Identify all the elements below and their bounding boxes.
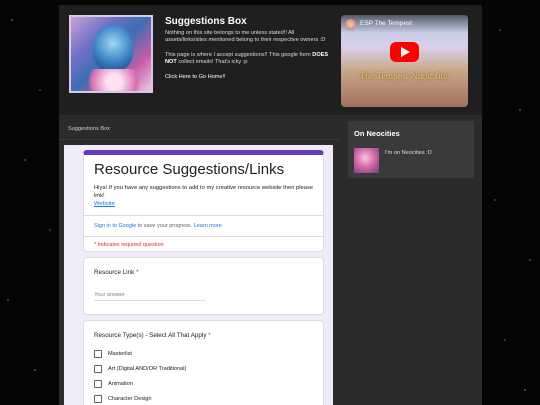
website-link[interactable]: Website xyxy=(94,201,115,207)
google-form-embed[interactable]: Resource Suggestions/Links Hiya! If you … xyxy=(64,145,333,405)
question-card-resource-type: Resource Type(s) - Select All That Apply… xyxy=(83,320,324,405)
divider xyxy=(84,215,323,216)
signin-link[interactable]: Sign in to Google xyxy=(94,223,136,229)
checkbox-icon[interactable] xyxy=(94,365,102,373)
question-label: Resource Type(s) - Select All That Apply… xyxy=(94,332,211,339)
checkbox-icon[interactable] xyxy=(94,395,102,403)
video-thumbnail-caption: The Tempest Night fine xyxy=(359,72,450,82)
question-card-resource-link: Resource Link * Your answer xyxy=(83,257,324,315)
checkbox-option[interactable]: Masterlist xyxy=(94,350,132,358)
youtube-play-icon[interactable] xyxy=(390,42,419,62)
divider xyxy=(84,236,323,237)
checkbox-option[interactable]: Character Design xyxy=(94,395,152,403)
ownership-notice: Nothing on this site belongs to me unles… xyxy=(165,30,326,44)
purpose-text: This page is where I accept suggestions!… xyxy=(165,51,329,66)
sidebar-neocities: On Neocities I'm on Neocities :D xyxy=(348,121,474,178)
required-asterisk: * xyxy=(136,269,139,276)
page-title: Suggestions Box xyxy=(165,16,247,27)
page-container: Suggestions Box Nothing on this site bel… xyxy=(59,5,482,405)
form-description: Hiya! If you have any suggestions to add… xyxy=(94,185,314,207)
learn-more-link[interactable]: Learn more xyxy=(194,223,222,229)
checkbox-option[interactable]: Art (Digital AND/OR Traditional) xyxy=(94,365,186,373)
form-title: Resource Suggestions/Links xyxy=(94,161,285,178)
question-label: Resource Link * xyxy=(94,269,139,276)
form-header-card: Resource Suggestions/Links Hiya! If you … xyxy=(83,150,324,252)
channel-avatar[interactable] xyxy=(345,19,356,30)
signin-notice: Sign in to Google to save your progress.… xyxy=(94,223,222,229)
checkbox-icon[interactable] xyxy=(94,350,102,358)
checkbox-option[interactable]: Animation xyxy=(94,380,133,388)
required-asterisk: * xyxy=(208,332,211,339)
neocities-avatar[interactable] xyxy=(354,148,379,173)
site-header: Suggestions Box Nothing on this site bel… xyxy=(59,5,482,115)
sidebar-text: I'm on Neocities :D xyxy=(385,150,432,156)
video-title[interactable]: ESP The Tempest xyxy=(360,20,412,27)
checkbox-icon[interactable] xyxy=(94,380,102,388)
intro-text: Nothing on this site belongs to me unles… xyxy=(165,30,335,88)
youtube-video-embed[interactable]: ESP The Tempest The Tempest Night fine xyxy=(341,15,468,107)
divider xyxy=(59,139,339,140)
home-link[interactable]: Click Here to Go Home!! xyxy=(165,74,226,80)
required-note: * Indicates required question xyxy=(94,242,164,248)
header-avatar-image xyxy=(69,15,153,93)
resource-link-input[interactable]: Your answer xyxy=(94,292,206,301)
sidebar-title: On Neocities xyxy=(354,129,400,138)
main-section-label: Suggestions Box xyxy=(68,126,110,132)
